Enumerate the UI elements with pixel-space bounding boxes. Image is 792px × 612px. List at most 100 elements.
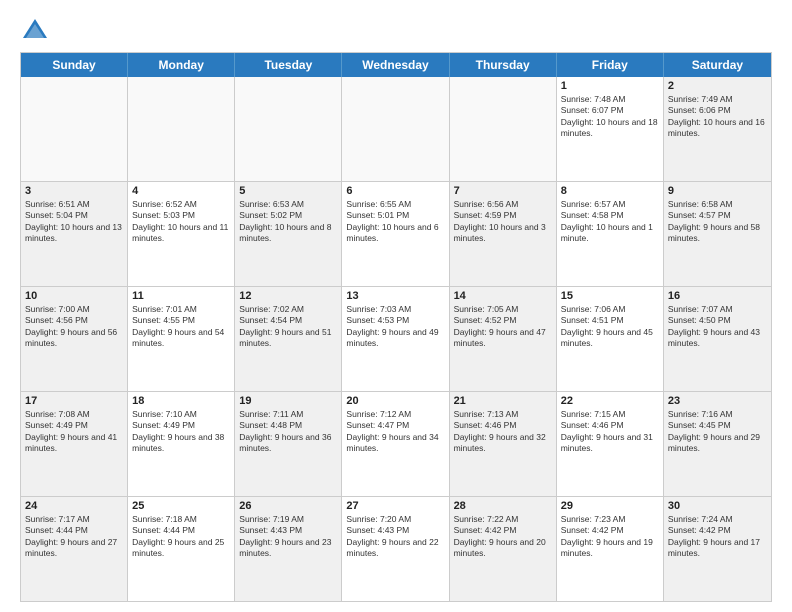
calendar-cell-25: 25 Sunrise: 7:18 AMSunset: 4:44 PMDayligh…: [128, 497, 235, 601]
day-number: 26: [239, 500, 337, 512]
day-number: 22: [561, 395, 659, 407]
header-day-wednesday: Wednesday: [342, 53, 449, 77]
calendar-header: SundayMondayTuesdayWednesdayThursdayFrid…: [21, 53, 771, 77]
calendar-cell-empty: [128, 77, 235, 181]
cell-info: Sunrise: 6:51 AMSunset: 5:04 PMDaylight:…: [25, 199, 123, 245]
calendar-cell-5: 5 Sunrise: 6:53 AMSunset: 5:02 PMDaylight…: [235, 182, 342, 286]
cell-info: Sunrise: 7:08 AMSunset: 4:49 PMDaylight:…: [25, 409, 123, 455]
cell-info: Sunrise: 7:03 AMSunset: 4:53 PMDaylight:…: [346, 304, 444, 350]
cell-info: Sunrise: 6:55 AMSunset: 5:01 PMDaylight:…: [346, 199, 444, 245]
day-number: 14: [454, 290, 552, 302]
logo: [20, 16, 54, 46]
calendar-row-5: 24 Sunrise: 7:17 AMSunset: 4:44 PMDayligh…: [21, 496, 771, 601]
calendar-cell-29: 29 Sunrise: 7:23 AMSunset: 4:42 PMDayligh…: [557, 497, 664, 601]
header-day-friday: Friday: [557, 53, 664, 77]
day-number: 1: [561, 80, 659, 92]
day-number: 27: [346, 500, 444, 512]
cell-info: Sunrise: 7:18 AMSunset: 4:44 PMDaylight:…: [132, 514, 230, 560]
day-number: 24: [25, 500, 123, 512]
calendar-cell-28: 28Sunrise: 7:22 AMSunset: 4:42 PMDayligh…: [450, 497, 557, 601]
cell-info: Sunrise: 7:16 AMSunset: 4:45 PMDaylight:…: [668, 409, 767, 455]
header: [20, 16, 772, 46]
cell-info: Sunrise: 7:01 AMSunset: 4:55 PMDaylight:…: [132, 304, 230, 350]
day-number: 23: [668, 395, 767, 407]
cell-info: Sunrise: 7:23 AMSunset: 4:42 PMDaylight:…: [561, 514, 659, 560]
day-number: 17: [25, 395, 123, 407]
calendar-cell-8: 8 Sunrise: 6:57 AMSunset: 4:58 PMDaylight…: [557, 182, 664, 286]
cell-info: Sunrise: 6:58 AMSunset: 4:57 PMDaylight:…: [668, 199, 767, 245]
day-number: 18: [132, 395, 230, 407]
day-number: 10: [25, 290, 123, 302]
calendar-cell-10: 10Sunrise: 7:00 AMSunset: 4:56 PMDayligh…: [21, 287, 128, 391]
calendar-cell-18: 18 Sunrise: 7:10 AMSunset: 4:49 PMDayligh…: [128, 392, 235, 496]
calendar-row-3: 10Sunrise: 7:00 AMSunset: 4:56 PMDayligh…: [21, 286, 771, 391]
calendar-cell-21: 21Sunrise: 7:13 AMSunset: 4:46 PMDayligh…: [450, 392, 557, 496]
day-number: 19: [239, 395, 337, 407]
day-number: 21: [454, 395, 552, 407]
cell-info: Sunrise: 7:12 AMSunset: 4:47 PMDaylight:…: [346, 409, 444, 455]
calendar-cell-empty: [235, 77, 342, 181]
calendar-cell-24: 24 Sunrise: 7:17 AMSunset: 4:44 PMDayligh…: [21, 497, 128, 601]
calendar-cell-3: 3 Sunrise: 6:51 AMSunset: 5:04 PMDaylight…: [21, 182, 128, 286]
day-number: 28: [454, 500, 552, 512]
calendar-cell-7: 7 Sunrise: 6:56 AMSunset: 4:59 PMDaylight…: [450, 182, 557, 286]
calendar-cell-27: 27Sunrise: 7:20 AMSunset: 4:43 PMDayligh…: [342, 497, 449, 601]
day-number: 16: [668, 290, 767, 302]
calendar-row-4: 17 Sunrise: 7:08 AMSunset: 4:49 PMDayligh…: [21, 391, 771, 496]
cell-info: Sunrise: 7:24 AMSunset: 4:42 PMDaylight:…: [668, 514, 767, 560]
day-number: 9: [668, 185, 767, 197]
header-day-sunday: Sunday: [21, 53, 128, 77]
calendar-cell-23: 23 Sunrise: 7:16 AMSunset: 4:45 PMDayligh…: [664, 392, 771, 496]
header-day-thursday: Thursday: [450, 53, 557, 77]
calendar-cell-17: 17 Sunrise: 7:08 AMSunset: 4:49 PMDayligh…: [21, 392, 128, 496]
day-number: 4: [132, 185, 230, 197]
day-number: 13: [346, 290, 444, 302]
calendar-cell-22: 22 Sunrise: 7:15 AMSunset: 4:46 PMDayligh…: [557, 392, 664, 496]
cell-info: Sunrise: 7:49 AMSunset: 6:06 PMDaylight:…: [668, 94, 767, 140]
day-number: 12: [239, 290, 337, 302]
day-number: 7: [454, 185, 552, 197]
header-day-monday: Monday: [128, 53, 235, 77]
calendar-cell-4: 4 Sunrise: 6:52 AMSunset: 5:03 PMDaylight…: [128, 182, 235, 286]
calendar-cell-empty: [21, 77, 128, 181]
day-number: 15: [561, 290, 659, 302]
day-number: 2: [668, 80, 767, 92]
cell-info: Sunrise: 7:06 AMSunset: 4:51 PMDaylight:…: [561, 304, 659, 350]
page: SundayMondayTuesdayWednesdayThursdayFrid…: [0, 0, 792, 612]
cell-info: Sunrise: 7:02 AMSunset: 4:54 PMDaylight:…: [239, 304, 337, 350]
calendar-cell-empty: [342, 77, 449, 181]
day-number: 25: [132, 500, 230, 512]
calendar-cell-30: 30Sunrise: 7:24 AMSunset: 4:42 PMDayligh…: [664, 497, 771, 601]
header-day-tuesday: Tuesday: [235, 53, 342, 77]
day-number: 20: [346, 395, 444, 407]
cell-info: Sunrise: 7:05 AMSunset: 4:52 PMDaylight:…: [454, 304, 552, 350]
calendar-cell-6: 6Sunrise: 6:55 AMSunset: 5:01 PMDaylight…: [342, 182, 449, 286]
cell-info: Sunrise: 6:52 AMSunset: 5:03 PMDaylight:…: [132, 199, 230, 245]
calendar-cell-14: 14 Sunrise: 7:05 AMSunset: 4:52 PMDayligh…: [450, 287, 557, 391]
day-number: 11: [132, 290, 230, 302]
cell-info: Sunrise: 7:15 AMSunset: 4:46 PMDaylight:…: [561, 409, 659, 455]
calendar-cell-26: 26 Sunrise: 7:19 AMSunset: 4:43 PMDayligh…: [235, 497, 342, 601]
day-number: 8: [561, 185, 659, 197]
cell-info: Sunrise: 7:19 AMSunset: 4:43 PMDaylight:…: [239, 514, 337, 560]
cell-info: Sunrise: 7:07 AMSunset: 4:50 PMDaylight:…: [668, 304, 767, 350]
cell-info: Sunrise: 6:56 AMSunset: 4:59 PMDaylight:…: [454, 199, 552, 245]
day-number: 3: [25, 185, 123, 197]
header-day-saturday: Saturday: [664, 53, 771, 77]
cell-info: Sunrise: 7:17 AMSunset: 4:44 PMDaylight:…: [25, 514, 123, 560]
cell-info: Sunrise: 7:48 AMSunset: 6:07 PMDaylight:…: [561, 94, 659, 140]
cell-info: Sunrise: 6:57 AMSunset: 4:58 PMDaylight:…: [561, 199, 659, 245]
calendar-cell-19: 19Sunrise: 7:11 AMSunset: 4:48 PMDayligh…: [235, 392, 342, 496]
day-number: 5: [239, 185, 337, 197]
calendar-cell-13: 13 Sunrise: 7:03 AMSunset: 4:53 PMDayligh…: [342, 287, 449, 391]
cell-info: Sunrise: 7:10 AMSunset: 4:49 PMDaylight:…: [132, 409, 230, 455]
logo-icon: [20, 16, 50, 46]
cell-info: Sunrise: 6:53 AMSunset: 5:02 PMDaylight:…: [239, 199, 337, 245]
calendar-cell-15: 15 Sunrise: 7:06 AMSunset: 4:51 PMDayligh…: [557, 287, 664, 391]
calendar-cell-16: 16 Sunrise: 7:07 AMSunset: 4:50 PMDayligh…: [664, 287, 771, 391]
calendar-cell-9: 9 Sunrise: 6:58 AMSunset: 4:57 PMDaylight…: [664, 182, 771, 286]
calendar-cell-2: 2 Sunrise: 7:49 AMSunset: 6:06 PMDaylight…: [664, 77, 771, 181]
calendar-cell-12: 12 Sunrise: 7:02 AMSunset: 4:54 PMDayligh…: [235, 287, 342, 391]
calendar-cell-20: 20 Sunrise: 7:12 AMSunset: 4:47 PMDayligh…: [342, 392, 449, 496]
day-number: 29: [561, 500, 659, 512]
